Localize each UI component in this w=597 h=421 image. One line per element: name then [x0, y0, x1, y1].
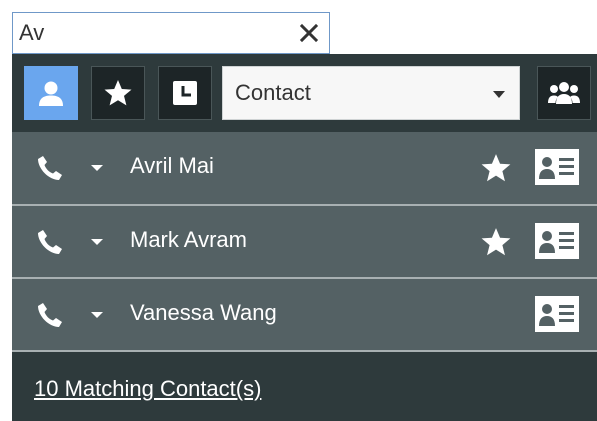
contact-name[interactable]: Mark Avram	[130, 227, 247, 253]
caret-down-icon	[91, 312, 103, 318]
contact-card-button[interactable]	[534, 295, 580, 333]
favorites-filter-button[interactable]	[91, 66, 145, 120]
contact-card-button[interactable]	[534, 148, 580, 186]
chevron-down-icon	[493, 91, 505, 98]
results-panel: Contact Avril Mai Mark Avram Vanessa Wan…	[12, 54, 597, 421]
clear-search-button[interactable]	[295, 19, 323, 47]
contact-card-icon	[535, 296, 579, 332]
caret-down-icon	[91, 165, 103, 171]
result-list: Avril Mai Mark Avram Vanessa Wang	[12, 132, 597, 352]
favorite-button[interactable]	[480, 226, 512, 258]
phone-icon	[38, 230, 62, 254]
recent-filter-button[interactable]	[158, 66, 212, 120]
call-button[interactable]	[34, 299, 66, 331]
call-options-button[interactable]	[88, 234, 106, 250]
matching-contacts-link[interactable]: 10 Matching Contact(s)	[34, 376, 261, 402]
contact-type-select-label: Contact	[235, 80, 311, 105]
call-button[interactable]	[34, 226, 66, 258]
contact-card-icon	[535, 149, 579, 185]
phone-icon	[38, 303, 62, 327]
star-icon	[104, 80, 132, 106]
contact-name[interactable]: Vanessa Wang	[130, 300, 277, 326]
close-icon	[299, 23, 319, 43]
list-item[interactable]: Mark Avram	[12, 206, 597, 279]
list-item[interactable]: Avril Mai	[12, 132, 597, 206]
call-options-button[interactable]	[88, 307, 106, 323]
caret-down-icon	[91, 239, 103, 245]
contact-card-icon	[535, 223, 579, 259]
star-icon	[481, 154, 511, 182]
list-item[interactable]: Vanessa Wang	[12, 279, 597, 352]
call-options-button[interactable]	[88, 160, 106, 176]
contact-card-button[interactable]	[534, 222, 580, 260]
toolbar: Contact	[12, 54, 597, 132]
group-icon	[548, 82, 580, 104]
clock-icon	[173, 81, 197, 105]
contact-type-select[interactable]: Contact	[222, 66, 520, 120]
phone-icon	[38, 156, 62, 180]
results-footer: 10 Matching Contact(s)	[12, 354, 597, 421]
favorite-button[interactable]	[480, 152, 512, 184]
person-icon	[39, 81, 63, 106]
star-icon	[481, 228, 511, 256]
search-input[interactable]	[19, 17, 289, 49]
call-button[interactable]	[34, 152, 66, 184]
group-button[interactable]	[537, 66, 591, 120]
contact-search-widget: Contact	[0, 0, 597, 421]
search-box	[12, 12, 330, 54]
contact-name[interactable]: Avril Mai	[130, 153, 214, 179]
contacts-filter-button[interactable]	[24, 66, 78, 120]
